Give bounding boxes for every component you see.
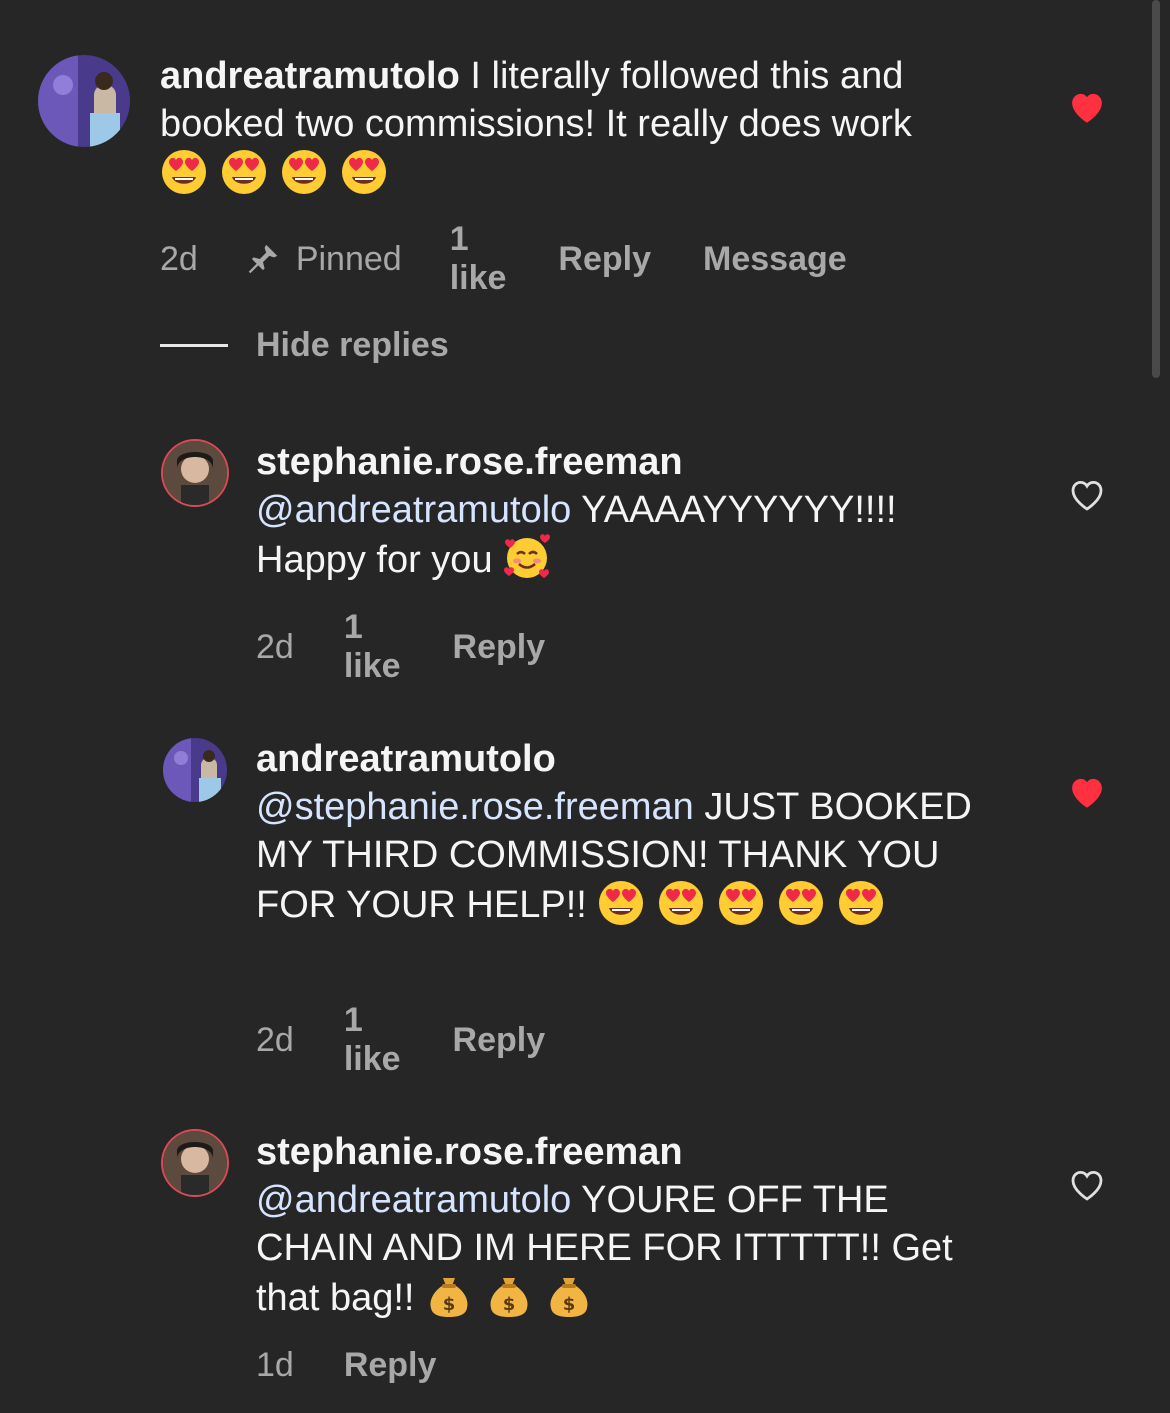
heart-eyes-emoji-icon bbox=[777, 879, 825, 927]
heart-eyes-emoji-icon bbox=[160, 148, 208, 196]
reply-username[interactable]: andreatramutolo bbox=[256, 738, 556, 780]
heart-eyes-emoji-icon bbox=[657, 879, 705, 927]
avatar[interactable] bbox=[163, 738, 227, 802]
reply-text: stephanie.rose.freeman @andreatramutolo Y… bbox=[256, 1128, 976, 1322]
reply-meta: 1d Reply bbox=[256, 1346, 436, 1385]
likes-count[interactable]: 1 like bbox=[344, 1001, 401, 1079]
money-bag-emoji-icon bbox=[425, 1272, 473, 1320]
mention-link[interactable]: @andreatramutolo bbox=[256, 1179, 571, 1221]
comment-meta: 2d Pinned 1 like Reply Message bbox=[160, 220, 847, 298]
likes-count[interactable]: 1 like bbox=[344, 608, 401, 686]
reply-meta: 2d 1 like Reply bbox=[256, 1001, 545, 1079]
like-heart-icon[interactable] bbox=[1066, 1164, 1108, 1206]
smiling-face-with-hearts-emoji-icon bbox=[503, 534, 551, 582]
money-bag-emoji-icon bbox=[545, 1272, 593, 1320]
heart-eyes-emoji-icon bbox=[340, 148, 388, 196]
mention-link[interactable]: @andreatramutolo bbox=[256, 489, 571, 531]
pinned-indicator: Pinned bbox=[244, 240, 402, 279]
reply-time: 1d bbox=[256, 1346, 294, 1384]
heart-eyes-emoji-icon bbox=[717, 879, 765, 927]
like-heart-icon[interactable] bbox=[1066, 474, 1108, 516]
reply-button[interactable]: Reply bbox=[558, 240, 651, 279]
reply-time: 2d bbox=[256, 627, 294, 666]
heart-eyes-emoji-icon bbox=[837, 879, 885, 927]
mention-link[interactable]: @stephanie.rose.freeman bbox=[256, 786, 694, 828]
avatar[interactable] bbox=[38, 55, 130, 147]
money-bag-emoji-icon bbox=[485, 1272, 533, 1320]
pin-icon bbox=[248, 244, 278, 274]
reply-username[interactable]: stephanie.rose.freeman bbox=[256, 441, 683, 483]
divider bbox=[160, 344, 228, 347]
heart-eyes-emoji-icon bbox=[597, 879, 645, 927]
reply-username[interactable]: stephanie.rose.freeman bbox=[256, 1131, 683, 1173]
pinned-label: Pinned bbox=[295, 239, 402, 278]
reply-time: 2d bbox=[256, 1020, 294, 1059]
comment-time: 2d bbox=[160, 239, 198, 278]
likes-count[interactable]: 1 like bbox=[450, 220, 507, 298]
reply-text: andreatramutolo @stephanie.rose.freeman J… bbox=[256, 735, 1016, 929]
avatar[interactable] bbox=[163, 1131, 227, 1195]
avatar[interactable] bbox=[163, 441, 227, 505]
reply-button[interactable]: Reply bbox=[453, 628, 546, 667]
reply-button[interactable]: Reply bbox=[453, 1021, 546, 1060]
hide-replies-label: Hide replies bbox=[256, 326, 449, 364]
comment-text: andreatramutolo I literally followed thi… bbox=[160, 52, 960, 198]
reply-text: stephanie.rose.freeman @andreatramutolo Y… bbox=[256, 438, 996, 584]
comment-username[interactable]: andreatramutolo bbox=[160, 55, 460, 97]
scrollbar[interactable] bbox=[1152, 0, 1160, 378]
message-button[interactable]: Message bbox=[703, 240, 847, 279]
like-heart-icon[interactable] bbox=[1066, 86, 1108, 128]
heart-eyes-emoji-icon bbox=[280, 148, 328, 196]
hide-replies-button[interactable]: Hide replies bbox=[160, 326, 449, 365]
reply-button[interactable]: Reply bbox=[344, 1346, 437, 1385]
reply-meta: 2d 1 like Reply bbox=[256, 608, 545, 686]
heart-eyes-emoji-icon bbox=[220, 148, 268, 196]
like-heart-icon[interactable] bbox=[1066, 771, 1108, 813]
